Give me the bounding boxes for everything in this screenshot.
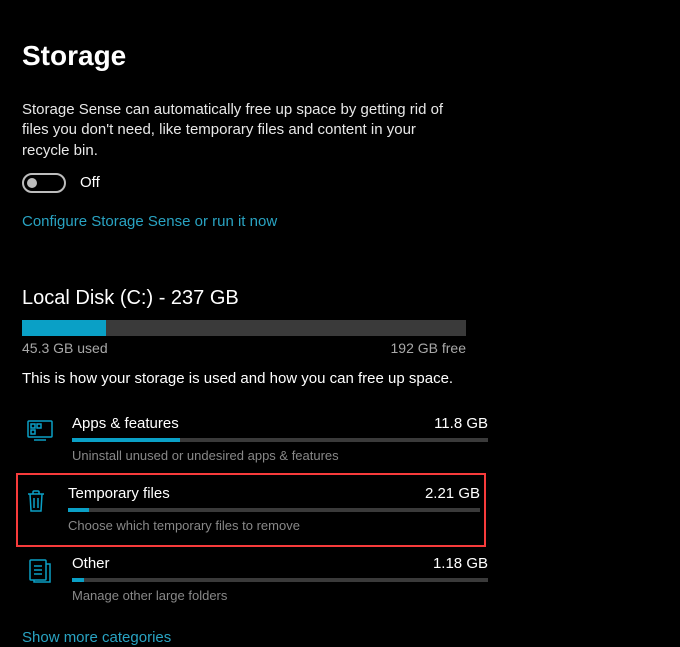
- usage-description: This is how your storage is used and how…: [22, 370, 680, 387]
- category-body: Temporary files 2.21 GB Choose which tempo…: [68, 485, 480, 533]
- category-name: Other: [72, 555, 110, 572]
- category-size: 1.18 GB: [433, 555, 488, 572]
- category-size: 11.8 GB: [434, 415, 488, 432]
- page-title: Storage: [22, 40, 680, 72]
- category-subtext: Manage other large folders: [72, 588, 488, 603]
- category-name: Apps & features: [72, 415, 179, 432]
- category-fill: [68, 508, 89, 512]
- other-icon: [26, 557, 54, 585]
- category-subtext: Choose which temporary files to remove: [68, 518, 480, 533]
- category-body: Apps & features 11.8 GB Uninstall unused o…: [72, 415, 488, 463]
- category-fill: [72, 438, 180, 442]
- apps-icon: [26, 417, 54, 445]
- category-bar: [72, 578, 488, 582]
- category-size: 2.21 GB: [425, 485, 480, 502]
- category-subtext: Uninstall unused or undesired apps & fea…: [72, 448, 488, 463]
- disk-stats: 45.3 GB used 192 GB free: [22, 340, 466, 356]
- category-header: Temporary files 2.21 GB: [68, 485, 480, 502]
- category-trash[interactable]: Temporary files 2.21 GB Choose which tempo…: [16, 473, 486, 547]
- category-header: Apps & features 11.8 GB: [72, 415, 488, 432]
- category-apps[interactable]: Apps & features 11.8 GB Uninstall unused o…: [22, 409, 492, 471]
- category-bar: [72, 438, 488, 442]
- local-disk-title: Local Disk (C:) - 237 GB: [22, 287, 680, 310]
- disk-usage-fill: [22, 320, 106, 336]
- category-other[interactable]: Other 1.18 GB Manage other large folders: [22, 549, 492, 611]
- trash-icon: [22, 487, 50, 515]
- configure-storage-sense-link[interactable]: Configure Storage Sense or run it now: [22, 213, 277, 230]
- toggle-knob: [27, 178, 37, 188]
- storage-sense-toggle[interactable]: [22, 173, 66, 193]
- disk-free-label: 192 GB free: [391, 340, 467, 356]
- storage-sense-description: Storage Sense can automatically free up …: [22, 100, 462, 161]
- show-more-categories-link[interactable]: Show more categories: [22, 629, 171, 646]
- storage-sense-toggle-row: Off: [22, 173, 680, 193]
- toggle-state-label: Off: [80, 174, 100, 191]
- category-body: Other 1.18 GB Manage other large folders: [72, 555, 488, 603]
- category-header: Other 1.18 GB: [72, 555, 488, 572]
- disk-usage-bar: [22, 320, 466, 336]
- category-fill: [72, 578, 84, 582]
- categories-list: Apps & features 11.8 GB Uninstall unused o…: [22, 409, 680, 611]
- disk-used-label: 45.3 GB used: [22, 340, 108, 356]
- category-bar: [68, 508, 480, 512]
- category-name: Temporary files: [68, 485, 170, 502]
